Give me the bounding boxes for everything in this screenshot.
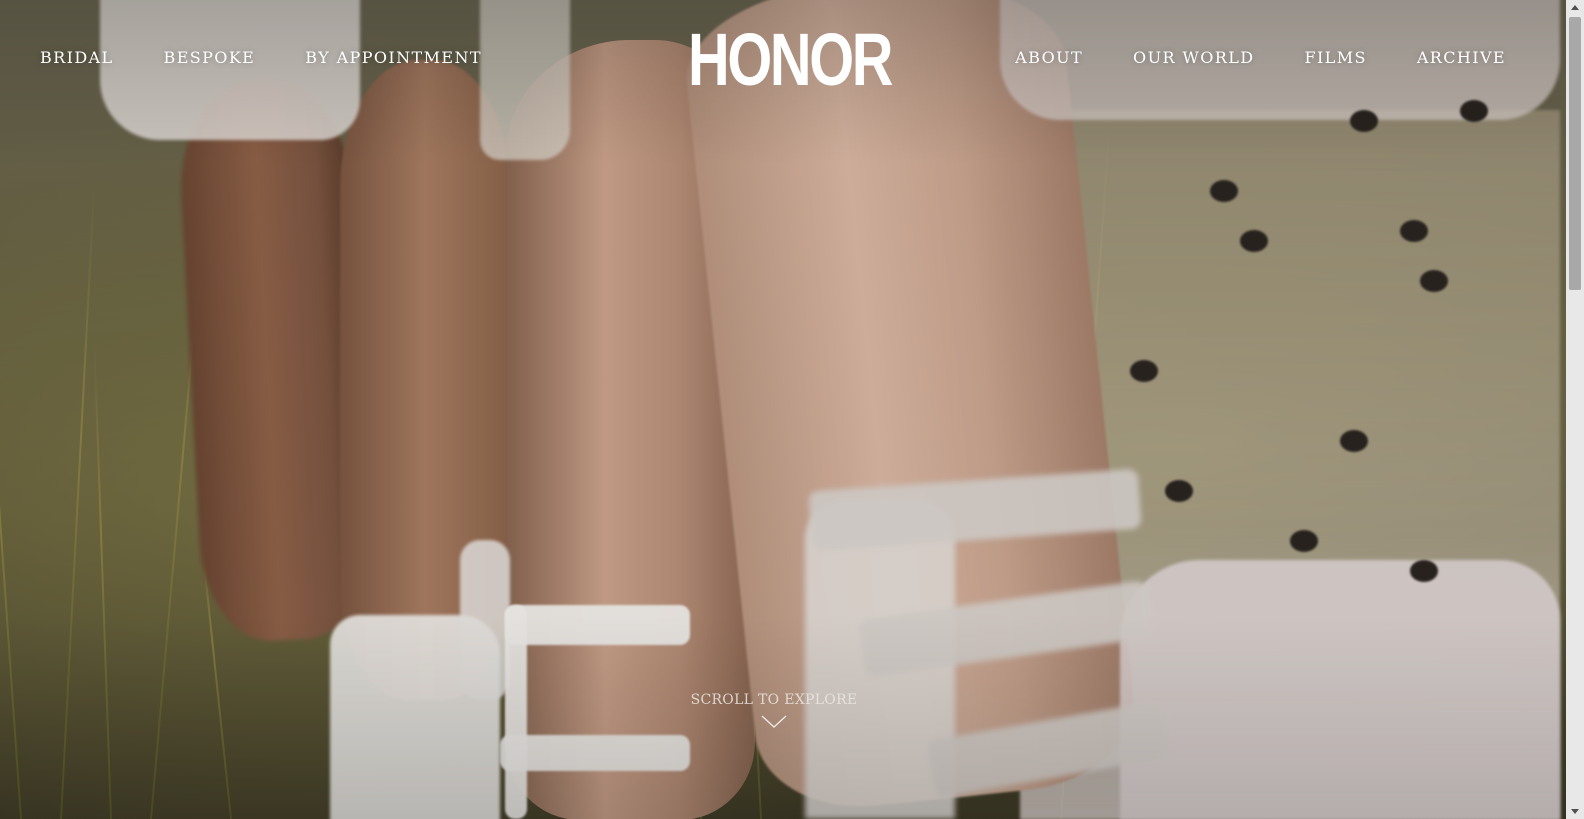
- scroll-to-explore-label[interactable]: SCROLL TO EXPLORE: [0, 692, 1548, 708]
- primary-nav-left: BRIDAL BESPOKE BY APPOINTMENT: [40, 48, 482, 67]
- triangle-up-icon[interactable]: [1566, 0, 1584, 16]
- scroll-cue[interactable]: SCROLL TO EXPLORE: [0, 692, 1548, 730]
- scrollbar-thumb[interactable]: [1569, 17, 1581, 290]
- page-viewport: BRIDAL BESPOKE BY APPOINTMENT HONOR ABOU…: [0, 0, 1584, 819]
- brand-logo[interactable]: HONOR: [688, 23, 893, 97]
- site-header: BRIDAL BESPOKE BY APPOINTMENT HONOR ABOU…: [0, 0, 1548, 120]
- nav-link-about[interactable]: ABOUT: [1015, 48, 1083, 67]
- nav-link-films[interactable]: FILMS: [1304, 48, 1366, 67]
- primary-nav-right: ABOUT OUR WORLD FILMS ARCHIVE: [965, 48, 1506, 67]
- nav-link-bridal[interactable]: BRIDAL: [40, 48, 114, 67]
- nav-link-bespoke[interactable]: BESPOKE: [164, 48, 256, 67]
- nav-link-archive[interactable]: ARCHIVE: [1417, 48, 1506, 67]
- nav-link-by-appointment[interactable]: BY APPOINTMENT: [305, 48, 482, 67]
- triangle-down-icon[interactable]: [1566, 803, 1584, 819]
- vertical-scrollbar[interactable]: [1566, 0, 1584, 819]
- chevron-down-icon[interactable]: [760, 714, 788, 730]
- nav-link-our-world[interactable]: OUR WORLD: [1133, 48, 1254, 67]
